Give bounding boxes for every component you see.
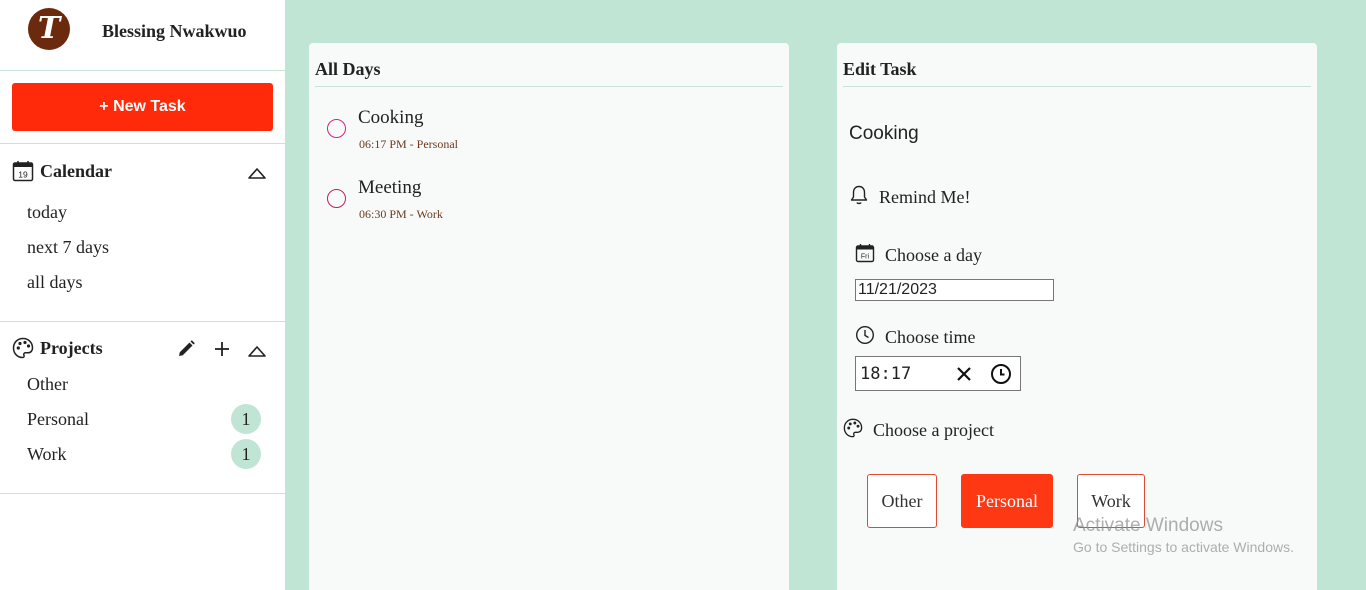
remind-me-label: Remind Me! [879,187,971,207]
project-count-badge: 1 [231,404,261,434]
choose-day-label: Choose a day [885,245,982,265]
palette-icon [12,337,34,359]
task-complete-checkbox[interactable] [327,189,346,208]
svg-text:Fri: Fri [861,254,870,261]
choose-time-label: Choose time [885,327,976,347]
clear-time-x-icon[interactable] [954,364,974,384]
project-count-badge: 1 [231,439,261,469]
project-item-personal[interactable]: Personal [27,409,89,430]
projects-section: Projects Other Personal 1 Work 1 [0,322,285,494]
task-title[interactable]: Cooking [358,107,423,129]
choose-project-label-row: Choose a project [843,418,994,443]
calendar-collapse-icon[interactable] [247,163,267,183]
avatar-initial: T [37,11,61,46]
task-title[interactable]: Meeting [358,177,421,199]
add-project-plus-icon[interactable] [211,338,233,360]
task-name-field[interactable]: Cooking [849,123,919,145]
date-input[interactable]: 11/21/2023 [855,279,1054,301]
task-meta: 06:17 PM - Personal [359,137,458,151]
time-input[interactable]: 18:17 [855,356,1021,391]
watermark-line-2: Go to Settings to activate Windows. [1073,539,1294,555]
task-complete-checkbox[interactable] [327,119,346,138]
palette-icon [843,418,863,443]
calendar-section: 19 Calendar today next 7 days all days [0,144,285,322]
user-name: Blessing Nwakwuo [102,21,247,41]
bell-icon [849,184,869,211]
calendar-day-icon: Fri [855,243,875,268]
edit-projects-pencil-icon[interactable] [175,338,197,360]
edit-task-title: Edit Task [843,59,1311,87]
activate-windows-watermark: Activate Windows Go to Settings to activ… [1073,515,1294,555]
svg-text:19: 19 [18,170,28,180]
task-meta: 06:30 PM - Work [359,207,443,221]
time-picker-clock-icon[interactable] [990,363,1012,385]
new-task-button[interactable]: + New Task [12,83,273,131]
watermark-line-1: Activate Windows [1073,515,1223,536]
projects-collapse-icon[interactable] [247,341,267,361]
project-option-personal[interactable]: Personal [961,474,1053,528]
remind-me-toggle[interactable]: Remind Me! [849,184,971,211]
nav-item-next-7-days[interactable]: next 7 days [27,237,109,258]
clock-icon [855,325,875,350]
nav-item-today[interactable]: today [27,202,67,223]
calendar-icon: 19 [12,160,34,182]
avatar[interactable]: T [28,8,70,50]
choose-time-label-row: Choose time [855,325,976,350]
profile-header: T Blessing Nwakwuo [0,0,285,71]
all-days-panel: All Days Cooking 06:17 PM - Personal Mee… [309,43,789,590]
new-task-area: + New Task [0,71,285,144]
all-days-title: All Days [315,59,783,87]
project-item-work[interactable]: Work [27,444,67,465]
project-option-other[interactable]: Other [867,474,937,528]
projects-title: Projects [40,337,103,358]
nav-item-all-days[interactable]: all days [27,272,83,293]
project-item-other[interactable]: Other [27,374,68,395]
sidebar: T Blessing Nwakwuo + New Task 19 Calenda… [0,0,285,590]
projects-header[interactable]: Projects [12,337,103,359]
calendar-title: Calendar [40,160,112,181]
time-value[interactable]: 18:17 [860,364,911,384]
choose-project-label: Choose a project [873,420,994,440]
choose-day-label-row: Fri Choose a day [855,243,982,268]
calendar-header[interactable]: 19 Calendar [12,160,112,182]
edit-task-panel: Edit Task Cooking Remind Me! Fri Choose … [837,43,1317,590]
